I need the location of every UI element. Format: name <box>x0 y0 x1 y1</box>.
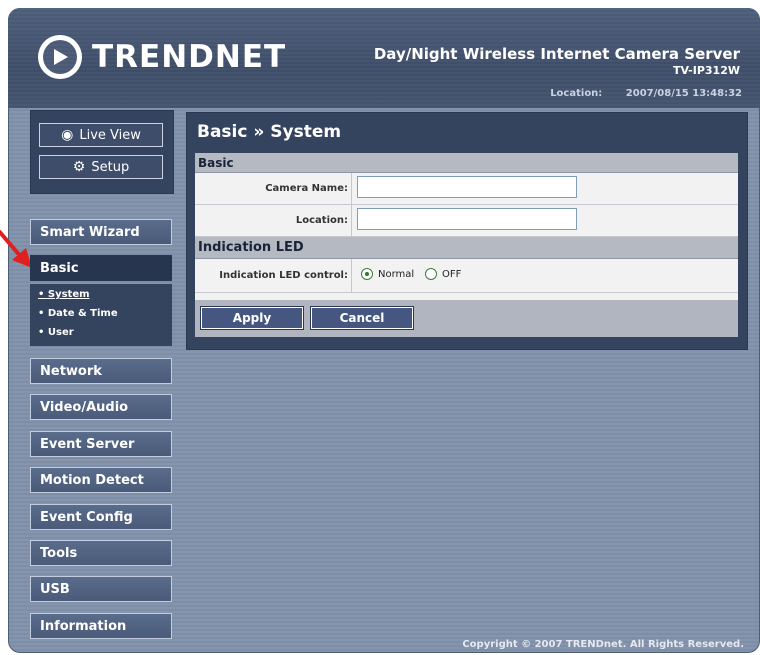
section-basic-header: Basic <box>195 153 738 173</box>
nav-event-server[interactable]: Event Server <box>30 431 172 457</box>
camera-name-row: Camera Name: <box>195 173 738 205</box>
led-off-label: OFF <box>442 269 462 280</box>
brand-name: TRENDNET <box>92 39 287 75</box>
nav-smart-wizard[interactable]: Smart Wizard <box>30 219 172 245</box>
cancel-button[interactable]: Cancel <box>310 306 414 330</box>
nav-event-config[interactable]: Event Config <box>30 504 172 530</box>
form-actions: Apply Cancel <box>195 300 738 337</box>
eye-icon: ◉ <box>61 127 74 143</box>
location-row: Location: <box>195 205 738 237</box>
led-off-radio[interactable] <box>425 268 437 280</box>
subnav-system[interactable]: • System <box>38 289 90 300</box>
apply-button[interactable]: Apply <box>200 306 304 330</box>
led-control-row: Indication LED control: Normal OFF <box>195 259 738 293</box>
product-model: TV-IP312W <box>672 64 740 77</box>
nav-information[interactable]: Information <box>30 613 172 639</box>
camera-name-label: Camera Name: <box>195 173 352 204</box>
copyright-text: Copyright © 2007 TRENDnet. All Rights Re… <box>462 639 744 650</box>
datetime-display: 2007/08/15 13:48:32 <box>625 88 742 99</box>
section-led-header: Indication LED <box>195 237 738 259</box>
led-control-label: Indication LED control: <box>195 259 352 292</box>
led-normal-radio[interactable] <box>361 268 373 280</box>
header-banner: TRENDNET Day/Night Wireless Internet Cam… <box>8 8 760 108</box>
page-title: Basic » System <box>197 122 342 142</box>
gear-icon: ⚙ <box>72 159 86 175</box>
basic-submenu: • System • Date & Time • User <box>30 284 172 346</box>
view-mode-box: ◉ Live View ⚙ Setup <box>30 110 174 194</box>
location-field-label: Location: <box>195 205 352 236</box>
live-view-label: Live View <box>79 127 141 143</box>
live-view-button[interactable]: ◉ Live View <box>39 123 163 147</box>
nav-video-audio[interactable]: Video/Audio <box>30 394 172 420</box>
location-input[interactable] <box>357 208 577 230</box>
trendnet-logo-icon <box>38 35 82 79</box>
trendnet-logo: TRENDNET <box>38 35 286 79</box>
settings-form: Basic Camera Name: Location: Indication … <box>195 153 738 337</box>
nav-tools[interactable]: Tools <box>30 540 172 566</box>
setup-button[interactable]: ⚙ Setup <box>39 155 163 179</box>
location-label: Location: <box>550 88 603 99</box>
product-name: Day/Night Wireless Internet Camera Serve… <box>373 45 740 63</box>
content-panel: Basic » System Basic Camera Name: Locati… <box>186 112 748 350</box>
setup-label: Setup <box>91 159 130 175</box>
nav-motion-detect[interactable]: Motion Detect <box>30 467 172 493</box>
nav-usb[interactable]: USB <box>30 576 172 602</box>
nav-network[interactable]: Network <box>30 358 172 384</box>
subnav-user[interactable]: • User <box>38 327 74 338</box>
subnav-date-time[interactable]: • Date & Time <box>38 308 118 319</box>
nav-basic[interactable]: Basic <box>30 255 172 281</box>
location-bar: Location: 2007/08/15 13:48:32 <box>530 88 742 99</box>
camera-name-input[interactable] <box>357 176 577 198</box>
led-normal-label: Normal <box>378 269 415 280</box>
product-info: Day/Night Wireless Internet Camera Serve… <box>374 45 740 77</box>
